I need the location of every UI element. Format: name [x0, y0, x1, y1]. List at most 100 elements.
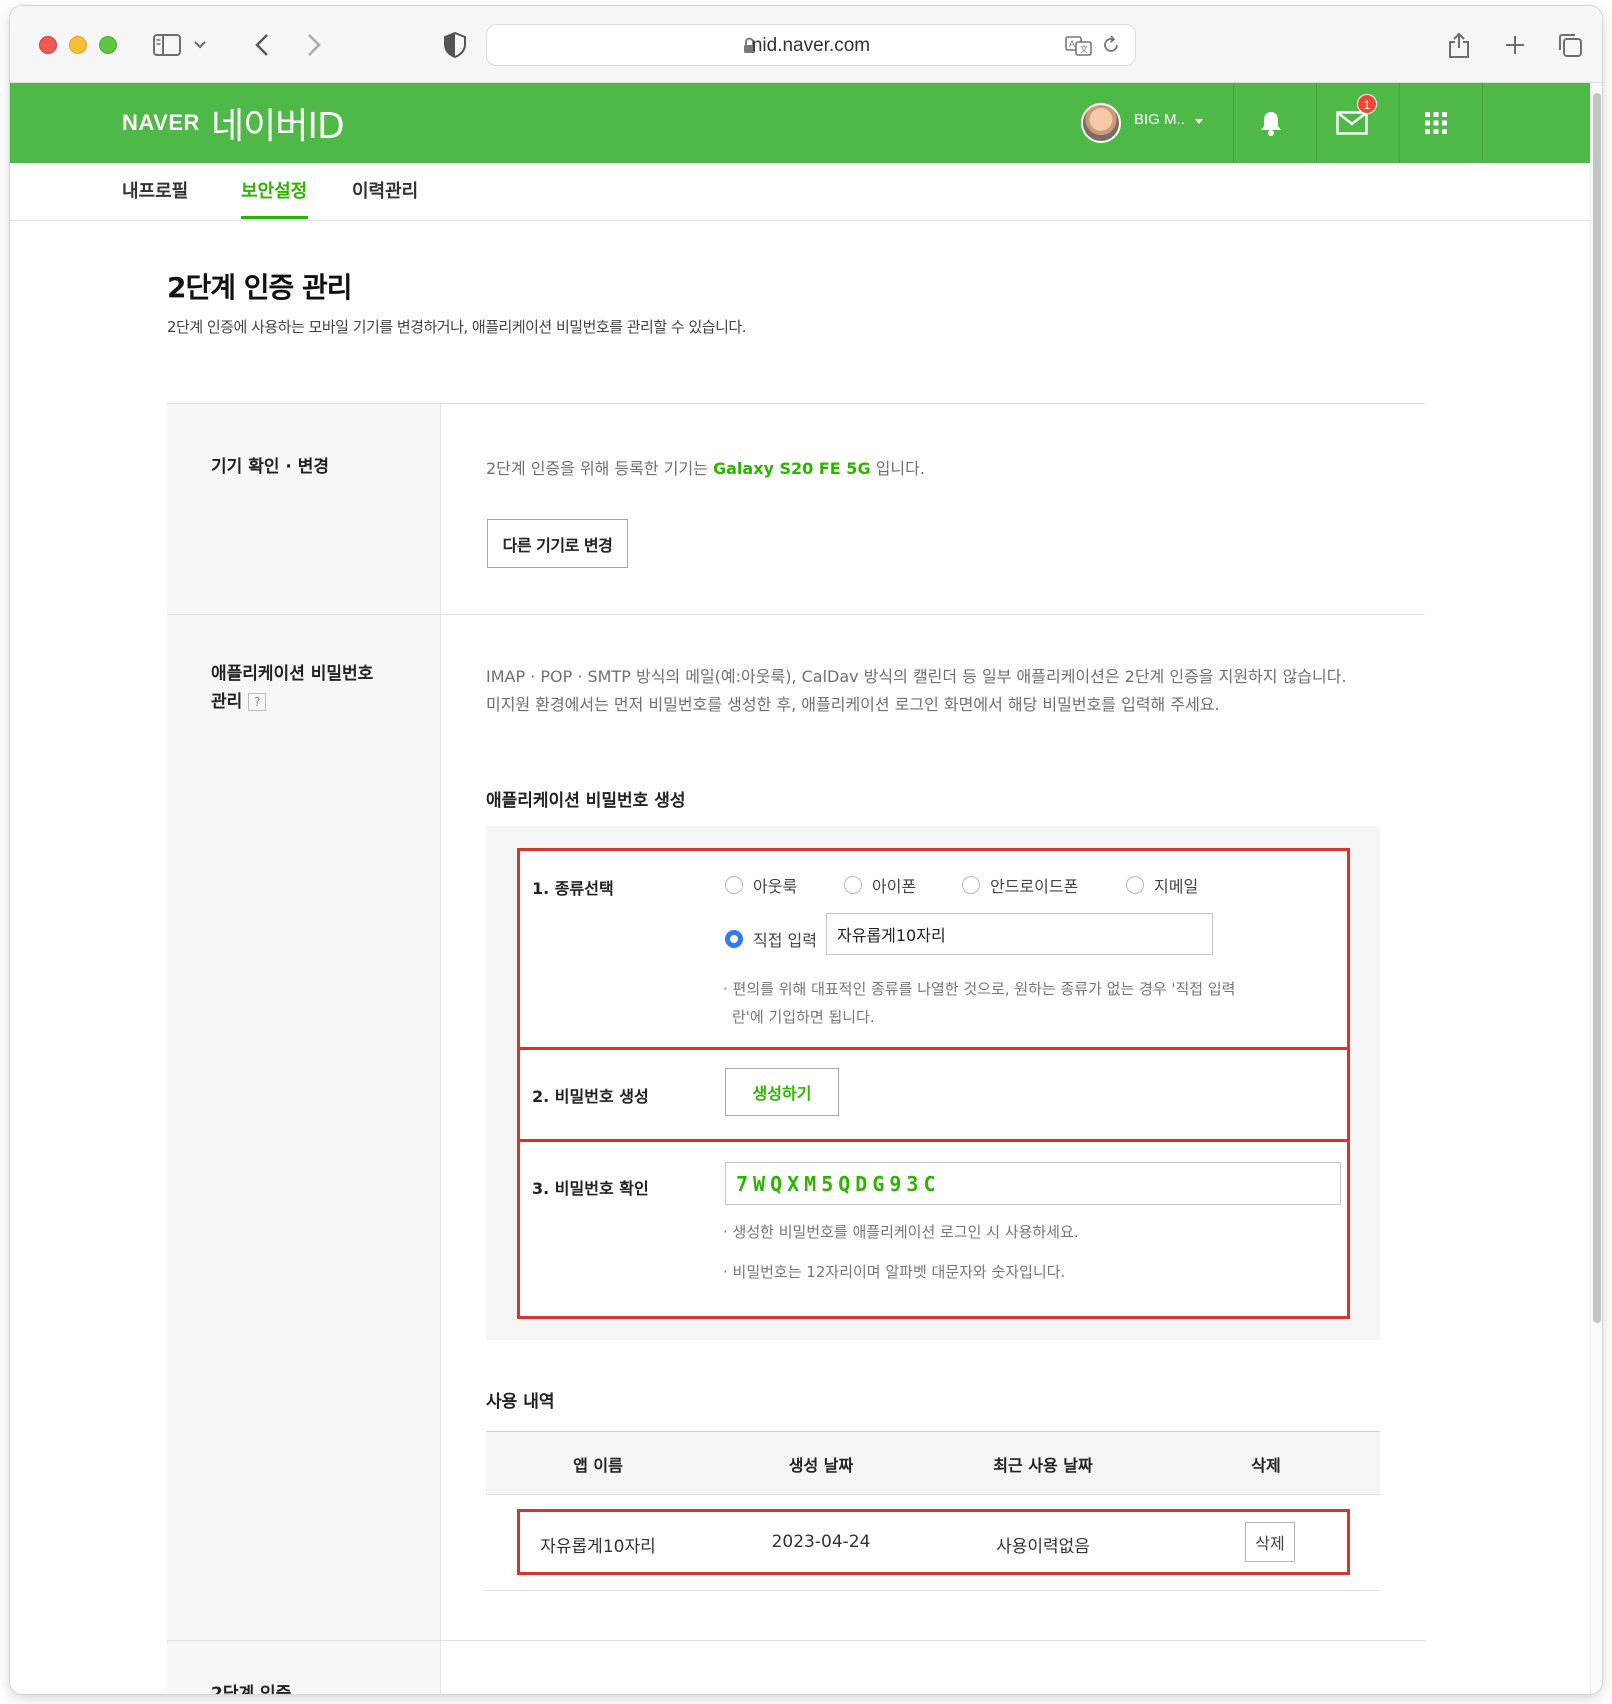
change-device-button[interactable]: 다른 기기로 변경 — [487, 519, 628, 568]
radio-circle[interactable] — [962, 876, 980, 894]
caret-down-icon[interactable] — [1195, 119, 1203, 124]
device-name: Galaxy S20 FE 5G — [712, 459, 871, 478]
radio-custom-input[interactable]: 직접 입력 — [725, 927, 817, 951]
vertical-scrollbar[interactable] — [1590, 83, 1602, 1694]
radio-circle[interactable] — [844, 876, 862, 894]
tab-history[interactable]: 이력관리 — [352, 177, 418, 203]
radio-circle-checked[interactable] — [725, 930, 743, 948]
app-password-desc-line1: IMAP · POP · SMTP 방식의 메일(예:아웃룩), CalDav … — [486, 667, 1347, 686]
mail-count-badge: 1 — [1357, 94, 1377, 114]
bell-icon[interactable] — [1253, 105, 1289, 141]
svg-text:A: A — [1069, 39, 1075, 49]
tab-my-profile[interactable]: 내프로필 — [122, 177, 188, 203]
url-text: nid.naver.com — [751, 35, 871, 56]
minimize-window-button[interactable] — [69, 36, 87, 54]
naver-logo[interactable]: NAVER — [122, 110, 200, 136]
sidebar-toggle-icon[interactable] — [150, 30, 184, 60]
browser-toolbar: nid.naver.com A文 — [10, 6, 1602, 83]
radio-label: 직접 입력 — [753, 931, 817, 950]
avatar[interactable] — [1081, 103, 1121, 143]
radio-label: 아이폰 — [872, 877, 917, 896]
username[interactable]: BIG M.. — [1134, 111, 1185, 128]
custom-type-input[interactable]: 자유롭게10자리 — [826, 913, 1213, 955]
app-password-desc-line2: 미지원 환경에서는 먼저 비밀번호를 생성한 후, 애플리케이션 로그인 화면에… — [486, 695, 1220, 714]
naver-header: NAVER 네이버ID BIG M.. 1 — [10, 83, 1590, 163]
two-factor-section-label: 2단계 인증 — [211, 1684, 292, 1694]
step-type-selection: 1. 종류선택 아웃룩 아이폰 안드로이드폰 지메일 직접 입력 자유롭게10자… — [517, 848, 1350, 1050]
delete-button[interactable]: 삭제 — [1245, 1522, 1295, 1562]
step1-label: 1. 종류선택 — [532, 879, 614, 898]
step-password-generation: 2. 비밀번호 생성 생성하기 — [517, 1047, 1350, 1142]
section-divider — [167, 614, 1425, 615]
generate-heading: 애플리케이션 비밀번호 생성 — [486, 791, 686, 811]
section-divider — [167, 1640, 1425, 1641]
scrollbar-thumb[interactable] — [1593, 93, 1601, 1323]
step-password-confirm: 3. 비밀번호 확인 7WQXM5QDG93C · 생성한 비밀번호를 애플리케… — [517, 1139, 1350, 1319]
tab-security-settings[interactable]: 보안설정 — [241, 177, 307, 203]
device-text-suffix: 입니다. — [875, 459, 925, 478]
tab-overview-icon[interactable] — [1556, 30, 1584, 60]
main-tabs: 내프로필 보안설정 이력관리 — [10, 163, 1590, 221]
step3-label: 3. 비밀번호 확인 — [532, 1179, 649, 1198]
radio-circle[interactable] — [1126, 876, 1144, 894]
forward-icon[interactable] — [302, 30, 326, 60]
device-info-text: 2단계 인증을 위해 등록한 기기는 Galaxy S20 FE 5G 입니다. — [486, 455, 925, 479]
app-password-section-label: 애플리케이션 비밀번호 관리? — [211, 660, 373, 716]
column-app-name: 앱 이름 — [573, 1456, 623, 1475]
back-icon[interactable] — [250, 30, 274, 60]
table-row: 자유롭게10자리 2023-04-24 사용이력없음 삭제 — [517, 1509, 1350, 1575]
zoom-window-button[interactable] — [99, 36, 117, 54]
new-tab-icon[interactable] — [1502, 30, 1528, 60]
app-password-label-line2: 관리? — [211, 688, 373, 716]
close-window-button[interactable] — [39, 36, 57, 54]
header-divider — [1233, 83, 1234, 163]
service-title[interactable]: 네이버ID — [211, 97, 345, 149]
radio-label: 아웃룩 — [753, 877, 798, 896]
section-label-column — [167, 404, 441, 1694]
radio-circle[interactable] — [725, 876, 743, 894]
header-divider — [1399, 83, 1400, 163]
type-note-line2: 란'에 기입하면 됩니다. — [732, 1008, 875, 1026]
reload-icon[interactable] — [1101, 35, 1121, 59]
page-title: 2단계 인증 관리 — [167, 271, 353, 304]
radio-iphone[interactable]: 아이폰 — [844, 873, 916, 897]
app-grid-icon[interactable] — [1418, 105, 1454, 141]
radio-outlook[interactable]: 아웃룩 — [725, 873, 797, 897]
help-icon[interactable]: ? — [248, 693, 267, 711]
share-icon[interactable] — [1446, 30, 1472, 60]
chevron-down-icon[interactable] — [190, 30, 210, 60]
header-divider — [1482, 83, 1483, 163]
usage-history-heading: 사용 내역 — [486, 1392, 555, 1412]
address-bar[interactable]: nid.naver.com A文 — [486, 24, 1136, 66]
active-tab-indicator — [241, 216, 308, 219]
page-description: 2단계 인증에 사용하는 모바일 기기를 변경하거나, 애플리케이션 비밀번호를… — [167, 318, 746, 336]
device-text-prefix: 2단계 인증을 위해 등록한 기기는 — [486, 459, 708, 478]
header-divider — [1316, 83, 1317, 163]
translate-icon[interactable]: A文 — [1065, 35, 1093, 61]
app-password-description: IMAP · POP · SMTP 방식의 메일(예:아웃룩), CalDav … — [486, 663, 1386, 719]
svg-text:文: 文 — [1080, 44, 1088, 54]
app-password-label-text: 관리 — [211, 692, 243, 712]
privacy-shield-icon[interactable] — [442, 30, 468, 60]
column-delete: 삭제 — [1251, 1456, 1281, 1475]
cell-created-date: 2023-04-24 — [771, 1532, 871, 1552]
generate-button[interactable]: 생성하기 — [725, 1068, 839, 1116]
step2-label: 2. 비밀번호 생성 — [532, 1087, 649, 1106]
generated-password-field[interactable]: 7WQXM5QDG93C — [725, 1162, 1341, 1205]
usage-table-header: 앱 이름 생성 날짜 최근 사용 날짜 삭제 — [486, 1431, 1380, 1495]
password-note-2: · 비밀번호는 12자리이며 알파벳 대문자와 숫자입니다. — [723, 1263, 1066, 1281]
cell-app-name: 자유롭게10자리 — [540, 1537, 656, 1557]
radio-label: 지메일 — [1154, 877, 1199, 896]
device-section-label: 기기 확인 · 변경 — [211, 457, 330, 477]
table-bottom-border — [486, 1590, 1380, 1591]
radio-android[interactable]: 안드로이드폰 — [962, 873, 1078, 897]
radio-gmail[interactable]: 지메일 — [1126, 873, 1198, 897]
browser-window: nid.naver.com A文 NAVER 네이버ID BIG M.. 1 내… — [10, 6, 1602, 1694]
type-note-line1: · 편의를 위해 대표적인 종류를 나열한 것으로, 원하는 종류가 없는 경우… — [723, 980, 1236, 998]
password-note-1: · 생성한 비밀번호를 애플리케이션 로그인 시 사용하세요. — [723, 1223, 1079, 1241]
type-selection-note: · 편의를 위해 대표적인 종류를 나열한 것으로, 원하는 종류가 없는 경우… — [723, 975, 1235, 1031]
app-password-label-line1: 애플리케이션 비밀번호 — [211, 664, 374, 684]
column-created-date: 생성 날짜 — [788, 1456, 854, 1475]
cell-last-used-date: 사용이력없음 — [996, 1537, 1090, 1557]
column-last-used-date: 최근 사용 날짜 — [993, 1456, 1093, 1475]
